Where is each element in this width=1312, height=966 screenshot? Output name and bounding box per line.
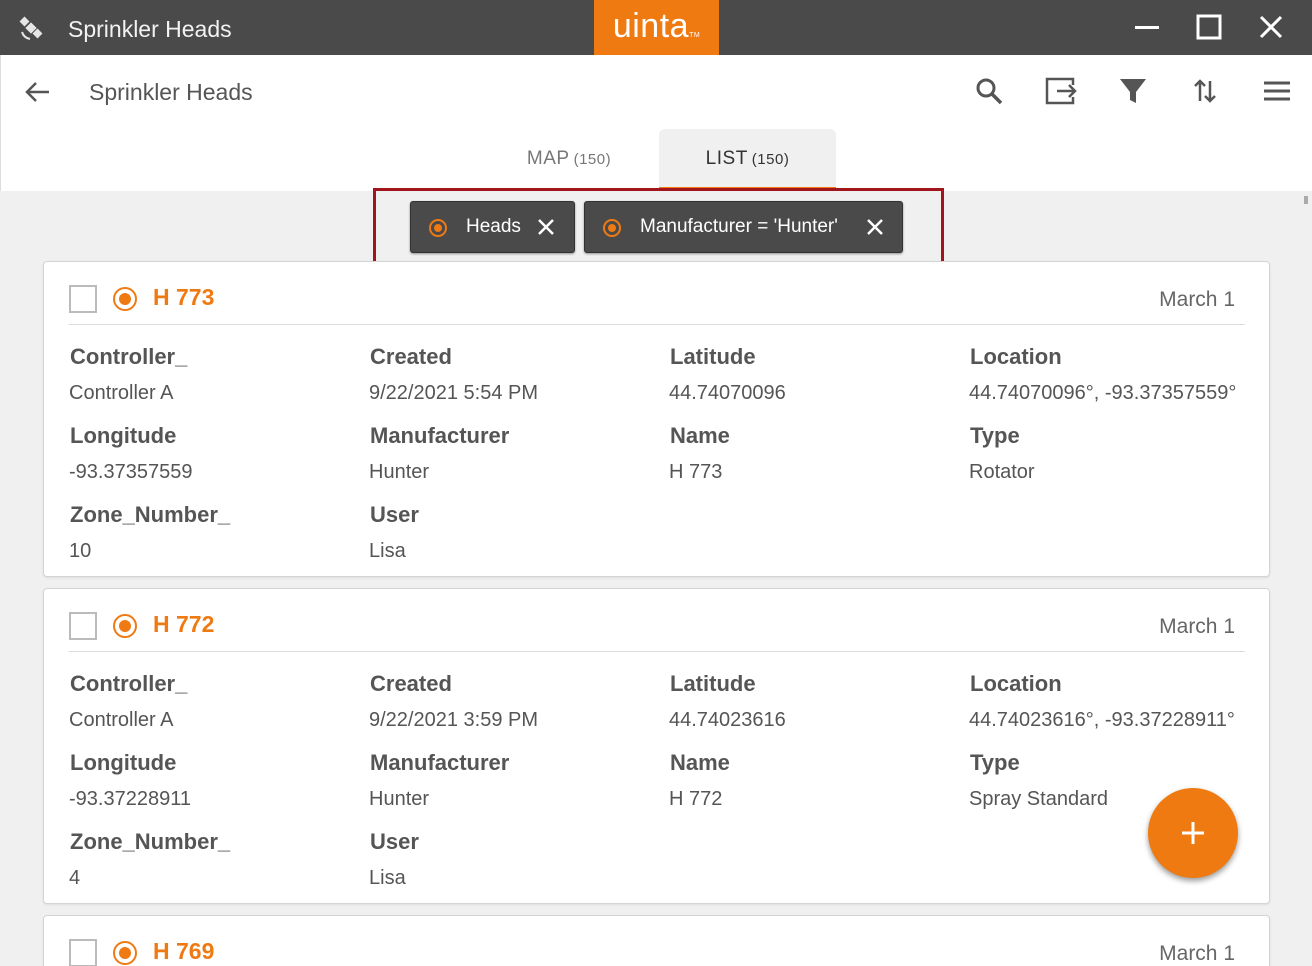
field-label: Created bbox=[370, 344, 452, 369]
select-checkbox[interactable] bbox=[69, 285, 97, 313]
field-value: 9/22/2021 3:59 PM bbox=[369, 709, 539, 731]
record-date: March 1 bbox=[1159, 615, 1235, 638]
satellite-icon bbox=[19, 16, 43, 40]
sort-icon bbox=[1194, 79, 1216, 103]
field-value: Spray Standard bbox=[969, 788, 1108, 810]
filter-button[interactable] bbox=[1115, 73, 1151, 109]
search-button[interactable] bbox=[971, 73, 1007, 109]
record-card[interactable]: H 772 March 1 Controller_ Controller A C… bbox=[43, 588, 1270, 904]
field-label: Manufacturer bbox=[370, 750, 510, 775]
filter-chip-heads[interactable]: Heads bbox=[410, 201, 575, 253]
minimize-button[interactable] bbox=[1130, 10, 1164, 44]
field-value: Lisa bbox=[369, 540, 406, 562]
field-value: Controller A bbox=[69, 709, 174, 731]
field-label: Zone_Number_ bbox=[70, 829, 231, 854]
divider bbox=[69, 324, 1245, 325]
export-button[interactable] bbox=[1043, 73, 1079, 109]
field-value: Lisa bbox=[369, 867, 406, 889]
field-value: H 772 bbox=[669, 788, 723, 810]
record-card[interactable]: H 773 March 1 Controller_ Controller A C… bbox=[43, 261, 1270, 577]
layer-radio-icon bbox=[603, 219, 621, 237]
field-label: Location bbox=[970, 344, 1062, 369]
field-label: User bbox=[370, 502, 419, 527]
field-value: 44.74023616 bbox=[669, 709, 786, 731]
window-titlebar: Sprinkler Heads uintaTM bbox=[0, 0, 1312, 55]
field-label: Controller_ bbox=[70, 671, 188, 696]
record-radio-icon bbox=[113, 614, 137, 638]
window-title: Sprinkler Heads bbox=[68, 16, 232, 42]
field-value: Rotator bbox=[969, 461, 1035, 483]
layer-radio-icon bbox=[429, 219, 447, 237]
field-value: 44.74070096 bbox=[669, 382, 786, 404]
field-label: Name bbox=[670, 750, 730, 775]
field-value: -93.37228911 bbox=[69, 788, 191, 810]
search-icon bbox=[976, 78, 1003, 105]
field-label: Longitude bbox=[70, 750, 177, 775]
field-value: 4 bbox=[69, 867, 81, 889]
field-value: 44.74070096°, -93.37357559° bbox=[969, 382, 1237, 404]
field-label: Controller_ bbox=[70, 344, 188, 369]
field-value: Controller A bbox=[69, 382, 174, 404]
record-card[interactable]: H 769 March 1 bbox=[43, 915, 1270, 966]
add-record-button[interactable] bbox=[1148, 788, 1238, 878]
record-name[interactable]: H 769 bbox=[153, 938, 214, 965]
field-value: 10 bbox=[69, 540, 92, 562]
field-value: 9/22/2021 5:54 PM bbox=[369, 382, 539, 404]
field-value: -93.37357559 bbox=[69, 461, 193, 483]
filter-icon bbox=[1120, 79, 1146, 103]
remove-filter-icon[interactable] bbox=[537, 218, 555, 236]
tab-map[interactable]: MAP (150) bbox=[481, 129, 657, 187]
field-value: Hunter bbox=[369, 788, 430, 810]
field-label: Created bbox=[370, 671, 452, 696]
select-checkbox[interactable] bbox=[69, 939, 97, 966]
field-label: Type bbox=[970, 423, 1020, 448]
record-radio-icon bbox=[113, 941, 137, 965]
export-icon bbox=[1045, 77, 1077, 105]
field-value: H 773 bbox=[669, 461, 723, 483]
tab-list[interactable]: LIST (150) bbox=[659, 129, 836, 191]
select-checkbox[interactable] bbox=[69, 612, 97, 640]
record-date: March 1 bbox=[1159, 942, 1235, 965]
brand-logo: uintaTM bbox=[594, 0, 719, 55]
back-arrow-icon[interactable] bbox=[23, 77, 53, 107]
close-button[interactable] bbox=[1254, 10, 1288, 44]
remove-filter-icon[interactable] bbox=[866, 218, 884, 236]
field-value: 44.74023616°, -93.37228911° bbox=[969, 709, 1235, 731]
record-name[interactable]: H 773 bbox=[153, 284, 214, 311]
app-header: Sprinkler Heads MAP (150) LIST (150) bbox=[0, 55, 1312, 191]
menu-icon bbox=[1264, 81, 1290, 101]
menu-button[interactable] bbox=[1259, 73, 1295, 109]
field-label: Latitude bbox=[670, 344, 756, 369]
plus-icon bbox=[1182, 822, 1204, 844]
record-name[interactable]: H 772 bbox=[153, 611, 214, 638]
field-label: User bbox=[370, 829, 419, 854]
field-label: Latitude bbox=[670, 671, 756, 696]
record-date: March 1 bbox=[1159, 288, 1235, 311]
filter-chip-manufacturer[interactable]: Manufacturer = 'Hunter' bbox=[584, 201, 903, 253]
field-label: Location bbox=[970, 671, 1062, 696]
field-label: Longitude bbox=[70, 423, 177, 448]
sort-button[interactable] bbox=[1187, 73, 1223, 109]
field-label: Manufacturer bbox=[370, 423, 510, 448]
field-value: Hunter bbox=[369, 461, 430, 483]
scrollbar[interactable] bbox=[1304, 196, 1308, 204]
field-label: Name bbox=[670, 423, 730, 448]
divider bbox=[69, 651, 1245, 652]
page-title: Sprinkler Heads bbox=[89, 79, 253, 105]
field-label: Type bbox=[970, 750, 1020, 775]
maximize-button[interactable] bbox=[1192, 10, 1226, 44]
field-label: Zone_Number_ bbox=[70, 502, 231, 527]
record-radio-icon bbox=[113, 287, 137, 311]
